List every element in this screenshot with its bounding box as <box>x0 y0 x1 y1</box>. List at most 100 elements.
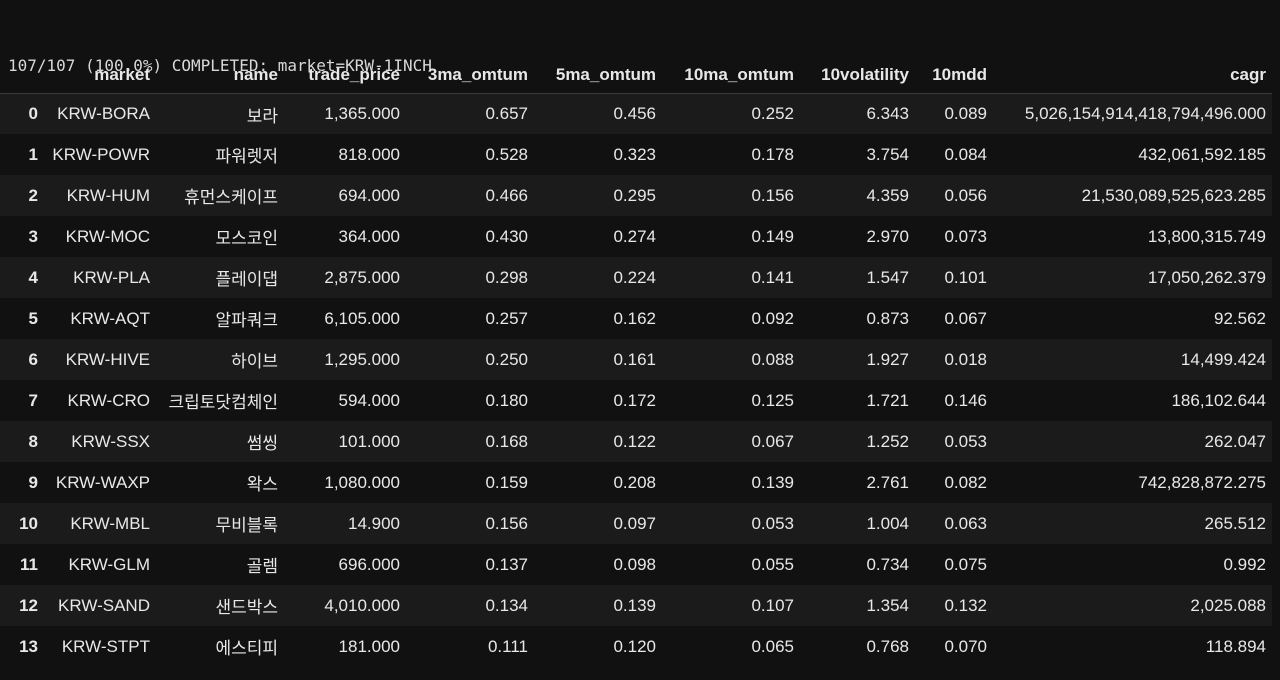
cell-cagr: 14,499.424 <box>1180 349 1266 369</box>
cell-10mdd: 0.132 <box>944 595 987 615</box>
cell-3ma-omtum: 0.657 <box>485 104 528 123</box>
cell-market: KRW-STPT <box>61 636 150 656</box>
cell-10mdd: 0.146 <box>944 390 987 410</box>
cell-10volatility: 1.354 <box>866 595 909 615</box>
table-row: 0 KRW-BORA 보라 1,365.000 0.657 0.456 0.252 6.343… <box>0 93 1272 134</box>
cell-cagr: 13,800,315.749 <box>1147 226 1266 246</box>
cell-trade-price: 818.000 <box>338 144 400 164</box>
cell-3ma-omtum: 0.430 <box>485 226 528 246</box>
cell-5ma-omtum: 0.172 <box>613 390 656 410</box>
cell-index: 10 <box>19 513 38 533</box>
cell-cagr: 432,061,592.185 <box>1138 144 1266 164</box>
cell-5ma-omtum: 0.224 <box>613 267 656 287</box>
cell-index: 11 <box>20 554 38 574</box>
cell-3ma-omtum: 0.257 <box>485 308 528 328</box>
cell-index: 13 <box>19 636 38 656</box>
cell-3ma-omtum: 0.250 <box>485 349 528 369</box>
cell-market: KRW-CRO <box>67 390 151 410</box>
cell-3ma-omtum: 0.111 <box>487 636 528 656</box>
column-header-10mdd: 10mdd <box>915 56 993 94</box>
table-row: 3 KRW-MOC 모스코인 364.000 0.430 0.274 0.149 2.970 0… <box>0 216 1272 257</box>
cell-trade-price: 1,295.000 <box>324 349 400 369</box>
cell-5ma-omtum: 0.098 <box>613 554 656 574</box>
table-header-row: market name trade_price 3ma_omtum 5ma_omtum 1… <box>0 56 1272 94</box>
cell-trade-price: 696.000 <box>338 554 400 574</box>
cell-name: 모스코인 <box>215 229 278 248</box>
cell-10volatility: 6.343 <box>866 104 909 123</box>
cell-index: 12 <box>19 595 38 615</box>
cell-10mdd: 0.067 <box>944 308 987 328</box>
cell-10mdd: 0.084 <box>944 144 987 164</box>
cell-cagr: 17,050,262.379 <box>1147 267 1266 287</box>
cell-cagr: 92.562 <box>1214 308 1266 328</box>
column-header-market: market <box>42 56 156 94</box>
cell-name: 크립토닷컴체인 <box>168 393 278 412</box>
cell-index: 6 <box>28 349 38 369</box>
cell-10ma-omtum: 0.125 <box>751 390 794 410</box>
cell-cagr: 186,102.644 <box>1171 390 1266 410</box>
table-row: 9 KRW-WAXP 왁스 1,080.000 0.159 0.208 0.139 2.761… <box>0 462 1272 503</box>
table-row: 11 KRW-GLM 골렘 696.000 0.137 0.098 0.055 0.734 0.… <box>0 544 1272 585</box>
cell-10ma-omtum: 0.149 <box>751 226 794 246</box>
cell-name: 샌드박스 <box>215 598 278 617</box>
cell-10ma-omtum: 0.092 <box>751 308 794 328</box>
cell-5ma-omtum: 0.097 <box>613 513 656 533</box>
column-header-10ma-omtum: 10ma_omtum <box>662 56 800 94</box>
cell-10ma-omtum: 0.156 <box>751 185 794 205</box>
cell-10volatility: 1.721 <box>866 390 909 410</box>
cell-trade-price: 594.000 <box>338 390 400 410</box>
cell-trade-price: 2,875.000 <box>324 267 400 287</box>
notebook-output: 107/107 (100.0%) COMPLETED: market=KRW-1… <box>0 0 1280 680</box>
cell-index: 3 <box>28 226 38 246</box>
cell-name: 하이브 <box>231 352 278 371</box>
cell-10ma-omtum: 0.107 <box>751 595 794 615</box>
cell-market: KRW-PLA <box>73 267 150 287</box>
column-header-10volatility: 10volatility <box>800 56 915 94</box>
cell-10ma-omtum: 0.178 <box>751 144 794 164</box>
table-row: 6 KRW-HIVE 하이브 1,295.000 0.250 0.161 0.088 1.92… <box>0 339 1272 380</box>
cell-10mdd: 0.063 <box>944 513 987 533</box>
cell-cagr: 262.047 <box>1204 431 1266 451</box>
cell-10ma-omtum: 0.053 <box>751 513 794 533</box>
cell-3ma-omtum: 0.466 <box>485 185 528 205</box>
cell-name: 왁스 <box>246 475 278 494</box>
column-header-trade-price: trade_price <box>284 56 406 94</box>
cell-10mdd: 0.089 <box>944 104 987 123</box>
cell-10mdd: 0.056 <box>944 185 987 205</box>
cell-10volatility: 1.252 <box>866 431 909 451</box>
cell-trade-price: 694.000 <box>338 185 400 205</box>
cell-10volatility: 0.734 <box>866 554 909 574</box>
cell-name: 에스티피 <box>215 639 278 658</box>
table-row: 5 KRW-AQT 알파쿼크 6,105.000 0.257 0.162 0.092 0.87… <box>0 298 1272 339</box>
cell-index: 7 <box>28 390 38 410</box>
table-row: 7 KRW-CRO 크립토닷컴체인 594.000 0.180 0.172 0.125 1.7… <box>0 380 1272 421</box>
cell-3ma-omtum: 0.180 <box>485 390 528 410</box>
cell-3ma-omtum: 0.137 <box>485 554 528 574</box>
cell-cagr: 5,026,154,914,418,794,496.000 <box>1024 104 1266 123</box>
cell-name: 알파쿼크 <box>215 311 278 330</box>
cell-market: KRW-SSX <box>71 431 150 451</box>
table-row: 13 KRW-STPT 에스티피 181.000 0.111 0.120 0.065 0.76… <box>0 626 1272 667</box>
cell-market: KRW-HIVE <box>65 349 150 369</box>
cell-10mdd: 0.053 <box>944 431 987 451</box>
table-row: 8 KRW-SSX 썸씽 101.000 0.168 0.122 0.067 1.252 0.0… <box>0 421 1272 462</box>
cell-10volatility: 1.004 <box>866 513 909 533</box>
cell-market: KRW-WAXP <box>55 472 150 492</box>
cell-name: 파워렛저 <box>215 147 278 166</box>
cell-3ma-omtum: 0.156 <box>485 513 528 533</box>
cell-5ma-omtum: 0.456 <box>613 104 656 123</box>
cell-10mdd: 0.018 <box>944 349 987 369</box>
cell-10ma-omtum: 0.088 <box>751 349 794 369</box>
cell-cagr: 2,025.088 <box>1190 595 1266 615</box>
cell-index: 1 <box>28 144 38 164</box>
cell-10volatility: 3.754 <box>866 144 909 164</box>
cell-10mdd: 0.082 <box>944 472 987 492</box>
cell-3ma-omtum: 0.298 <box>485 267 528 287</box>
cell-market: KRW-MOC <box>65 226 150 246</box>
dataframe-table: market name trade_price 3ma_omtum 5ma_omtum 1… <box>0 56 1272 667</box>
cell-name: 썸씽 <box>246 434 278 453</box>
cell-name: 무비블록 <box>215 516 278 535</box>
table-row: 10 KRW-MBL 무비블록 14.900 0.156 0.097 0.053 1.004 0… <box>0 503 1272 544</box>
table-row: 1 KRW-POWR 파워렛저 818.000 0.528 0.323 0.178 3.754… <box>0 134 1272 175</box>
cell-10mdd: 0.075 <box>944 554 987 574</box>
